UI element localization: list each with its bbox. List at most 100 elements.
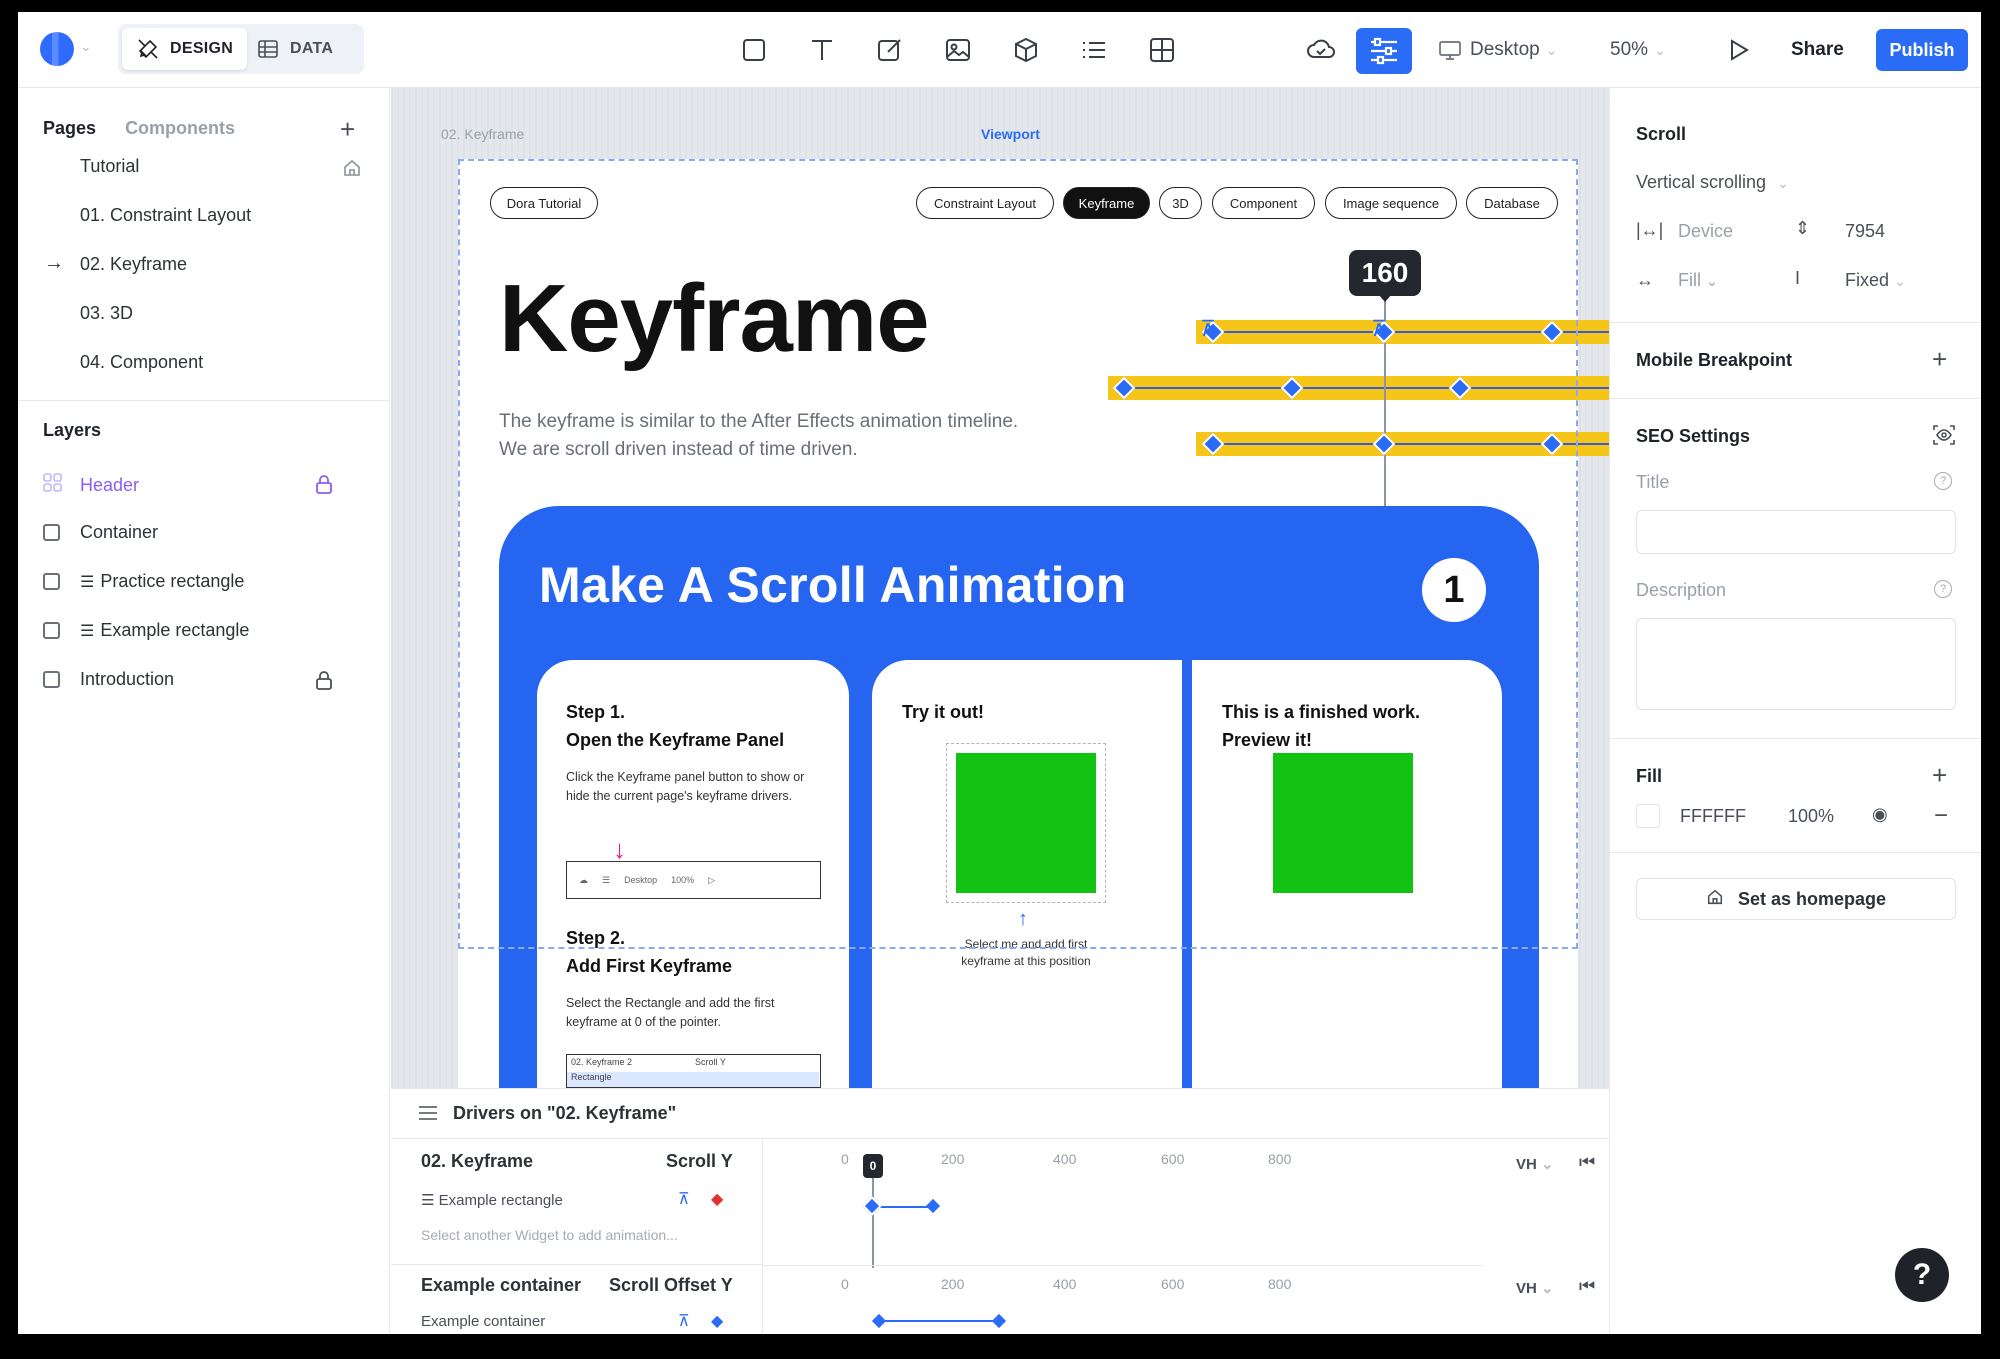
- height-input[interactable]: 7954: [1845, 221, 1885, 242]
- seo-title-input[interactable]: [1636, 510, 1956, 554]
- width-mode-label: Fill: [1678, 270, 1701, 290]
- unit-select[interactable]: VH ⌄: [1516, 1155, 1554, 1173]
- publish-button[interactable]: Publish: [1876, 29, 1968, 71]
- height-mode-select[interactable]: Fixed ⌄: [1845, 270, 1906, 291]
- layer-item-practice-rectangle[interactable]: ☰ Practice rectangle: [43, 571, 244, 592]
- 3d-box-tool-icon[interactable]: [1006, 30, 1046, 70]
- driver-name[interactable]: Example container: [421, 1275, 581, 1296]
- add-breakpoint-icon[interactable]: +: [1932, 344, 1947, 375]
- drivers-title: Drivers on "02. Keyframe": [453, 1103, 677, 1123]
- tick-label: 0: [841, 1276, 849, 1292]
- share-label: Share: [1791, 39, 1844, 60]
- unit-select[interactable]: VH ⌄: [1516, 1279, 1554, 1297]
- page-item-constraint-layout[interactable]: 01. Constraint Layout: [80, 205, 251, 226]
- driver-item[interactable]: ☰ Example rectangle: [421, 1191, 563, 1209]
- layer-label: Practice rectangle: [100, 571, 245, 591]
- driver-name[interactable]: 02. Keyframe: [421, 1151, 533, 1172]
- list-tool-icon[interactable]: [1074, 30, 1114, 70]
- data-mode-button[interactable]: DATA: [242, 28, 347, 70]
- page-item-keyframe[interactable]: 02. Keyframe: [80, 254, 187, 275]
- add-fill-icon[interactable]: +: [1932, 760, 1947, 791]
- mobile-breakpoint-title: Mobile Breakpoint: [1636, 350, 1793, 370]
- page-item-component[interactable]: 04. Component: [80, 352, 203, 373]
- tab-components[interactable]: Components: [125, 118, 235, 138]
- timeline-ruler[interactable]: 0 200 400 600 800: [763, 1265, 1483, 1301]
- add-page-icon[interactable]: +: [340, 116, 355, 142]
- layer-item-example-rectangle[interactable]: ☰ Example rectangle: [43, 620, 249, 641]
- help-button[interactable]: ?: [1895, 1248, 1949, 1302]
- publish-label: Publish: [1889, 39, 1955, 60]
- left-panel: Pages Components + Tutorial 01. Constrai…: [18, 88, 390, 1334]
- fill-hex-input[interactable]: FFFFFF: [1680, 806, 1746, 827]
- list-icon: ☰: [80, 622, 95, 640]
- mini-driver-illustration: 02. Keyframe 2 Scroll Y Rectangle: [566, 1054, 821, 1088]
- jump-to-start-icon[interactable]: ⏮: [1579, 1152, 1595, 1173]
- device-select[interactable]: Desktop ⌄: [1438, 12, 1557, 88]
- help-circle-icon[interactable]: ?: [1934, 580, 1952, 598]
- keyframe-segment: [879, 1320, 999, 1322]
- jump-to-start-icon[interactable]: ⏮: [1579, 1276, 1595, 1297]
- driver-item-label[interactable]: Example container: [421, 1313, 545, 1330]
- pin-icon[interactable]: ⊼: [678, 1189, 690, 1209]
- width-device-label[interactable]: Device: [1678, 221, 1733, 242]
- app-logo[interactable]: [40, 32, 74, 66]
- fill-opacity-input[interactable]: 100%: [1788, 806, 1834, 827]
- width-mode-select[interactable]: Fill ⌄: [1678, 270, 1718, 291]
- fill-color-swatch[interactable]: [1636, 804, 1660, 828]
- mini-driver-name: 02. Keyframe 2: [571, 1057, 633, 1067]
- set-homepage-button[interactable]: Set as homepage: [1636, 878, 1956, 920]
- timeline-playhead[interactable]: 0: [863, 1154, 883, 1178]
- tick-label: 800: [1268, 1276, 1292, 1292]
- scroll-mode-select[interactable]: Vertical scrolling ⌄: [1636, 172, 1789, 193]
- keyframe-diamond[interactable]: [991, 1313, 1007, 1329]
- data-mode-label: DATA: [290, 40, 334, 57]
- driver-type[interactable]: Scroll Y: [666, 1151, 733, 1172]
- text-tool-icon[interactable]: [802, 30, 842, 70]
- keyframe-diamond[interactable]: [862, 1196, 882, 1216]
- tick-label: 600: [1161, 1276, 1185, 1292]
- seo-description-input[interactable]: [1636, 618, 1956, 710]
- cloud-sync-icon[interactable]: [1298, 30, 1344, 70]
- design-canvas[interactable]: 02. Keyframe Viewport Dora Tutorial Cons…: [391, 88, 1609, 1088]
- driver-type[interactable]: Scroll Offset Y: [609, 1275, 733, 1296]
- keyframe-diamond[interactable]: [925, 1198, 941, 1214]
- design-mode-button[interactable]: DESIGN: [122, 28, 248, 70]
- visibility-eye-icon[interactable]: ◉: [1872, 804, 1888, 825]
- tab-pages[interactable]: Pages: [43, 118, 96, 138]
- lock-icon[interactable]: [315, 670, 333, 695]
- layer-label: Example rectangle: [100, 620, 250, 640]
- page-item-tutorial[interactable]: Tutorial: [80, 156, 139, 177]
- remove-fill-icon[interactable]: −: [1934, 802, 1948, 830]
- layer-item-introduction[interactable]: Introduction: [43, 669, 174, 690]
- chevron-down-icon[interactable]: ⌄: [80, 38, 92, 55]
- set-homepage-label: Set as homepage: [1737, 888, 1887, 909]
- step2-description: Select the Rectangle and add the first k…: [566, 996, 775, 1029]
- keyframe-panel-icon: [1371, 37, 1397, 65]
- preview-play-icon[interactable]: [1718, 30, 1758, 70]
- add-keyframe-icon[interactable]: ◆: [711, 1189, 723, 1209]
- design-mode-label: DESIGN: [170, 40, 234, 57]
- viewport-frame: [458, 159, 1578, 949]
- zoom-select[interactable]: 50% ⌄: [1610, 12, 1666, 88]
- keyframe-diamond-icon[interactable]: ◆: [711, 1311, 723, 1331]
- grid-tool-icon[interactable]: [1142, 30, 1182, 70]
- driver-row-container: Example container Scroll Offset Y Exampl…: [391, 1264, 763, 1334]
- help-circle-icon[interactable]: ?: [1934, 472, 1952, 490]
- keyframe-diamond[interactable]: [871, 1313, 887, 1329]
- layer-item-header[interactable]: Header: [43, 473, 139, 497]
- lock-icon[interactable]: [315, 474, 333, 499]
- layers-title: Layers: [43, 420, 102, 440]
- share-button[interactable]: Share: [1791, 12, 1844, 88]
- artboard-label: 02. Keyframe: [441, 126, 525, 142]
- layer-item-container[interactable]: Container: [43, 522, 158, 543]
- edit-tool-icon[interactable]: [870, 30, 910, 70]
- pin-icon[interactable]: ⊼: [678, 1311, 690, 1331]
- try-it-caption-line: keyframe at this position: [961, 954, 1091, 968]
- image-tool-icon[interactable]: [938, 30, 978, 70]
- page-item-3d[interactable]: 03. 3D: [80, 303, 133, 324]
- keyframe-panel-button[interactable]: [1356, 28, 1412, 74]
- top-toolbar: ⌄ DESIGN DATA Desktop ⌄ 50% ⌄ Share Publ…: [18, 12, 1981, 88]
- page-label: 03. 3D: [80, 303, 134, 323]
- rectangle-tool-icon[interactable]: [734, 30, 774, 70]
- preview-eye-icon[interactable]: [1932, 424, 1956, 451]
